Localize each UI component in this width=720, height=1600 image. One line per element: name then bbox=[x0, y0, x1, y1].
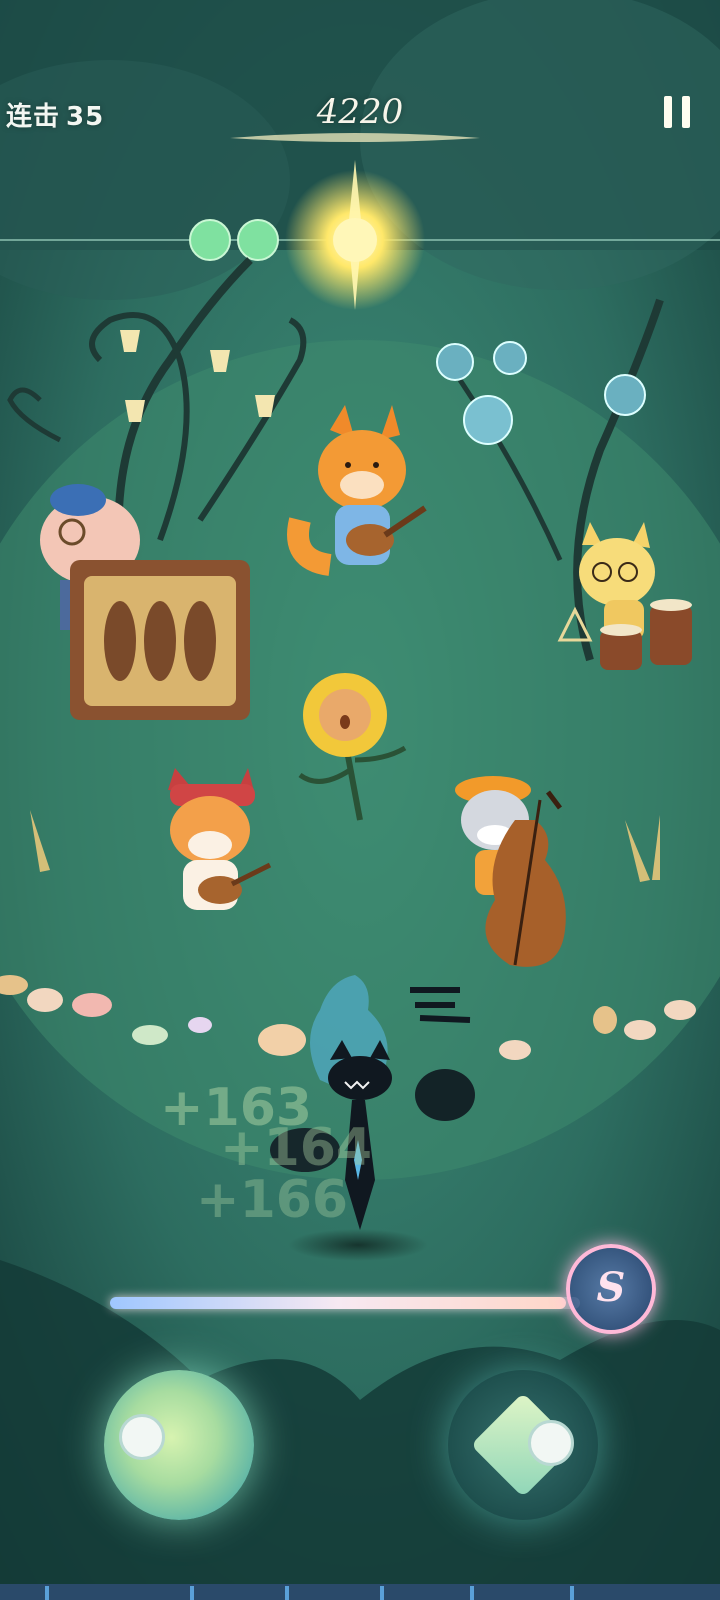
bonus-orb-label: S bbox=[596, 1264, 626, 1311]
hit-score-popup: +166 bbox=[196, 1170, 349, 1230]
right-tap-pad[interactable] bbox=[448, 1370, 598, 1520]
game-screen: 连击 35 4220 +163 +164 +166 S bbox=[0, 0, 720, 1600]
score-display: 4220 bbox=[316, 92, 404, 132]
incoming-note bbox=[237, 219, 279, 261]
bonus-orb-icon: S bbox=[566, 1244, 656, 1334]
hit-score-popup: +164 bbox=[220, 1118, 373, 1178]
song-progress-bar bbox=[110, 1297, 580, 1309]
pad-indicator-dot bbox=[528, 1420, 574, 1466]
incoming-note bbox=[189, 219, 231, 261]
song-progress-fill bbox=[110, 1297, 566, 1309]
pad-indicator-dot bbox=[119, 1414, 165, 1460]
left-tap-pad[interactable] bbox=[104, 1370, 254, 1520]
pause-icon[interactable] bbox=[664, 96, 690, 130]
forest-stage-scene bbox=[0, 0, 720, 1600]
